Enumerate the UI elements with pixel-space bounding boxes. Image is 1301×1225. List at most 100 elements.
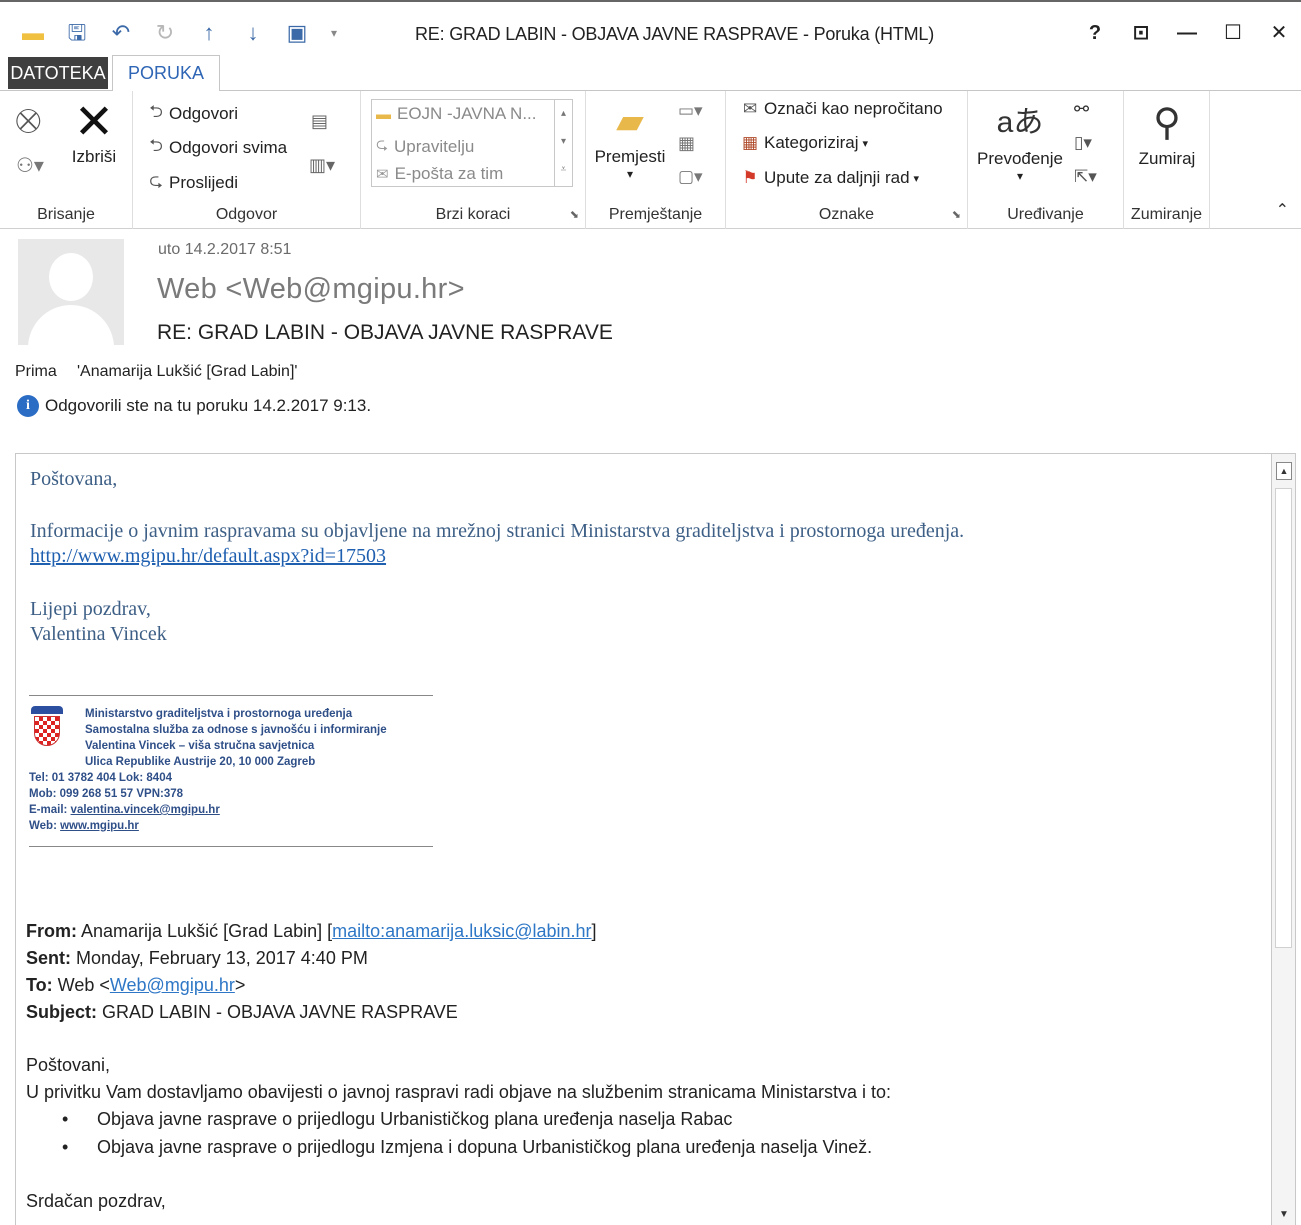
- reply-button[interactable]: ⮌ Odgovori: [143, 99, 238, 128]
- forwarded-from: From: Anamarija Lukšić [Grad Labin] [mai…: [26, 921, 597, 942]
- reply-all-button[interactable]: ⮌ Odgovori svima: [143, 133, 287, 162]
- recipient[interactable]: 'Anamarija Lukšić [Grad Labin]': [77, 363, 297, 381]
- bullet-icon: •: [62, 1109, 69, 1129]
- quick-step-3-label: E-pošta za tim: [394, 164, 504, 183]
- tab-file[interactable]: DATOTEKA: [8, 57, 108, 89]
- team-mail-icon: ✉: [376, 166, 389, 183]
- avatar: [18, 239, 124, 345]
- window-controls: ? ⊡ — ☐ ✕: [1083, 20, 1291, 46]
- translate-button[interactable]: aあ Prevođenje ▾: [974, 97, 1066, 183]
- follow-up-button[interactable]: ⚑ Upute za daljnji rad ▾: [736, 168, 919, 188]
- customize-toolbar-icon[interactable]: ▾: [328, 20, 340, 46]
- magnifier-icon: ⚲: [1153, 102, 1181, 144]
- title-bar: ▬ 🖫 ↶ ↻ ↑ ↓ ▣ ▾ RE: GRAD LABIN - OBJAVA …: [0, 0, 1301, 55]
- related-icon[interactable]: ▯▾: [1074, 133, 1092, 153]
- regards-text: Lijepi pozdrav,: [30, 598, 151, 620]
- ribbon-display-icon[interactable]: ⊡: [1129, 20, 1153, 46]
- reply-all-icon: ⮌: [149, 136, 163, 155]
- info-bar[interactable]: i Odgovorili ste na tu poruku 14.2.2017 …: [17, 395, 371, 417]
- follow-up-label: Upute za daljnji rad: [764, 168, 910, 187]
- group-respond-label: Odgovor: [215, 206, 278, 223]
- envelope-icon: ▬: [22, 20, 44, 45]
- scroll-up-icon[interactable]: ▲: [1276, 462, 1292, 480]
- find-icon[interactable]: ⚯: [1074, 99, 1089, 120]
- chevron-down-icon: ▾: [913, 172, 920, 185]
- redo-icon[interactable]: ↻: [152, 20, 178, 46]
- more-respond-icon[interactable]: ▥▾: [309, 155, 335, 176]
- body-link[interactable]: http://www.mgipu.hr/default.aspx?id=1750…: [30, 545, 386, 568]
- help-button[interactable]: ?: [1083, 20, 1107, 46]
- delete-button-label: Izbriši: [71, 147, 117, 166]
- group-quick-steps: ▬ EOJN -JAVNA N... ⮎ Upravitelju ✉ E-poš…: [361, 91, 586, 229]
- fwd-bullet-1: Objava javne rasprave o prijedlogu Urban…: [97, 1109, 733, 1129]
- maximize-button[interactable]: ☐: [1221, 20, 1245, 46]
- quick-step-2-label: Upravitelju: [394, 136, 475, 156]
- categorize-label: Kategoriziraj: [764, 133, 859, 152]
- sig-line-4: Ulica Republike Austrije 20, 10 000 Zagr…: [85, 756, 316, 768]
- fwd-from: Anamarija Lukšić [Grad Labin] [: [77, 921, 333, 941]
- onenote-icon[interactable]: ▦: [678, 133, 695, 154]
- quick-step-1[interactable]: ▬ EOJN -JAVNA N...: [376, 104, 537, 124]
- close-button[interactable]: ✕: [1267, 20, 1291, 46]
- collapse-ribbon-icon[interactable]: ⌃: [1276, 200, 1289, 220]
- bullet-icon: •: [62, 1137, 69, 1157]
- fwd-to-link[interactable]: Web@mgipu.hr: [110, 975, 235, 995]
- sig-email-label: E-mail:: [29, 804, 71, 816]
- move-to-folder-icon[interactable]: ▣: [284, 20, 310, 46]
- fwd-from-link[interactable]: mailto:anamarija.luksic@labin.hr: [332, 921, 591, 941]
- chevron-down-icon: ▾: [626, 167, 634, 181]
- sig-line-3: Valentina Vincek – viša stručna savjetni…: [85, 740, 315, 752]
- message-body[interactable]: Poštovana, Informacije o javnim rasprava…: [15, 453, 1296, 1225]
- zoom-button[interactable]: ⚲ Zumiraj: [1126, 97, 1208, 169]
- ribbon: ⛒ ⚇▾ ✕ Izbriši Brisanje ⮌ Odgovori ⮌ Odg…: [0, 91, 1301, 229]
- mark-unread-button[interactable]: ✉ Označi kao nepročitano: [736, 99, 943, 119]
- delete-button[interactable]: ✕ Izbriši: [66, 99, 122, 167]
- sender[interactable]: Web <Web@mgipu.hr>: [157, 273, 465, 306]
- forward-icon: ⮎: [149, 171, 163, 190]
- scroll-thumb[interactable]: [1275, 488, 1292, 948]
- body-scrollbar[interactable]: ▲ ▼: [1271, 454, 1295, 1225]
- signature-block: Ministarstvo graditeljstva i prostornoga…: [29, 695, 433, 847]
- group-delete-label: Brisanje: [37, 206, 95, 223]
- quick-step-3[interactable]: ✉ E-pošta za tim: [376, 164, 503, 184]
- sig-email-link[interactable]: valentina.vincek@mgipu.hr: [71, 804, 220, 816]
- scroll-down-icon[interactable]: ▼: [1276, 1209, 1292, 1223]
- quick-steps-scroll[interactable]: ▴ ▾ ⩡: [554, 100, 572, 186]
- junk-icon[interactable]: ⚇▾: [16, 153, 44, 178]
- tab-message[interactable]: PORUKA: [112, 55, 220, 92]
- sig-line-1: Ministarstvo graditeljstva i prostornoga…: [85, 708, 353, 720]
- group-move-label: Premještanje: [608, 206, 703, 223]
- chevron-down-icon[interactable]: ▾: [555, 128, 572, 156]
- group-tags-label: Oznake: [818, 206, 875, 223]
- ignore-icon[interactable]: ⛒: [16, 107, 40, 135]
- move-button-label: Premjesti: [594, 147, 666, 166]
- arrow-up-icon[interactable]: ↑: [196, 20, 222, 46]
- avatar-body-shape: [28, 305, 114, 345]
- chevron-up-icon[interactable]: ▴: [555, 100, 572, 128]
- sig-line-2: Samostalna služba za odnose s javnošću i…: [85, 724, 387, 736]
- group-delete: ⛒ ⚇▾ ✕ Izbriši Brisanje: [0, 91, 133, 229]
- fwd-intro: U privitku Vam dostavljamo obavijesti o …: [26, 1082, 892, 1102]
- sig-web-row: Web: www.mgipu.hr: [29, 818, 387, 834]
- minimize-button[interactable]: —: [1175, 20, 1199, 46]
- sig-web-link[interactable]: www.mgipu.hr: [60, 820, 139, 832]
- categorize-button[interactable]: ▦ Kategoriziraj ▾: [736, 133, 868, 153]
- rules-icon[interactable]: ▭▾: [678, 101, 703, 121]
- actions-icon[interactable]: ▢▾: [678, 167, 703, 187]
- meeting-icon[interactable]: ▤: [311, 111, 328, 132]
- reply-all-label: Odgovori svima: [169, 137, 288, 157]
- forward-button[interactable]: ⮎ Proslijedi: [143, 168, 238, 197]
- fwd-sent-label: Sent:: [26, 948, 71, 968]
- select-cursor-icon[interactable]: ⇱▾: [1074, 167, 1097, 187]
- quick-step-2[interactable]: ⮎ Upravitelju: [376, 134, 474, 159]
- arrow-down-icon[interactable]: ↓: [240, 20, 266, 46]
- fwd-from-label: From:: [26, 921, 77, 941]
- save-icon[interactable]: 🖫: [64, 20, 90, 46]
- zoom-button-label: Zumiraj: [1138, 149, 1196, 168]
- forward-label: Proslijedi: [169, 172, 238, 192]
- expand-gallery-icon[interactable]: ⩡: [555, 156, 572, 184]
- quick-step-1-label: EOJN -JAVNA N...: [397, 104, 537, 123]
- info-text: Odgovorili ste na tu poruku 14.2.2017 9:…: [45, 396, 372, 415]
- move-button[interactable]: ▰ Premjesti ▾: [590, 95, 670, 181]
- undo-icon[interactable]: ↶: [108, 20, 134, 46]
